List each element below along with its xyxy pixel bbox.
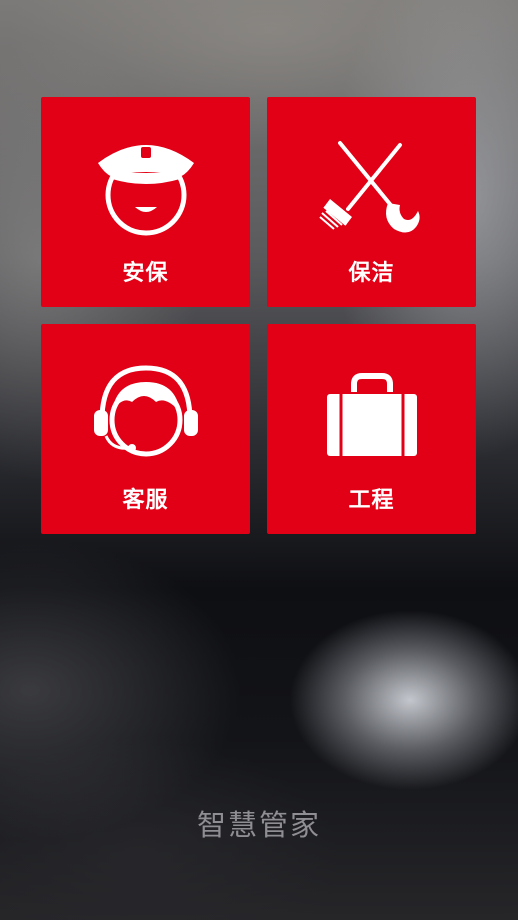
tile-security[interactable]: 安保 bbox=[41, 97, 250, 307]
tile-cleaning[interactable]: 保洁 bbox=[267, 97, 476, 307]
tile-label-security: 安保 bbox=[122, 261, 169, 286]
security-guard-icon bbox=[41, 133, 250, 243]
tile-engineering[interactable]: 工程 bbox=[267, 324, 476, 534]
app-title: 智慧管家 bbox=[196, 808, 321, 842]
broom-mop-icon bbox=[267, 133, 476, 243]
headset-agent-icon bbox=[41, 360, 250, 470]
tile-service[interactable]: 客服 bbox=[41, 324, 250, 534]
tile-label-engineering: 工程 bbox=[348, 488, 395, 513]
tile-label-cleaning: 保洁 bbox=[348, 261, 395, 286]
tile-label-service: 客服 bbox=[122, 488, 169, 513]
toolbox-icon bbox=[267, 360, 476, 470]
